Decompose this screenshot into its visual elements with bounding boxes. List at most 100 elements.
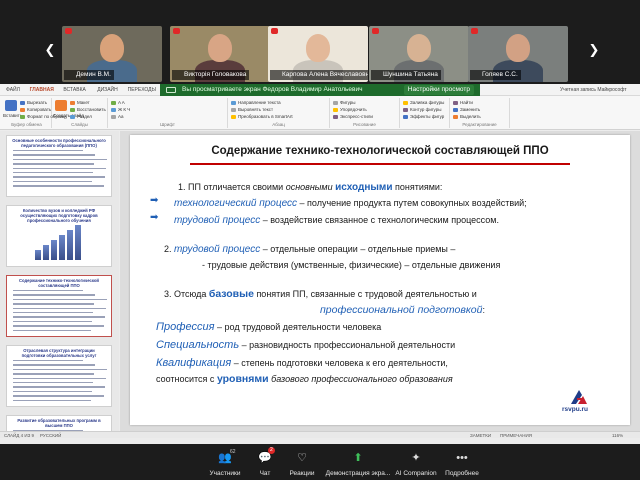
ribbon-button-label: Восстановить (77, 107, 106, 112)
next-page-icon[interactable]: ❯ (588, 42, 600, 58)
notes-button[interactable]: ЗАМЕТКИ (470, 432, 491, 439)
slide-thumbnail[interactable]: Основные особенности профессионального п… (6, 135, 112, 197)
thumbnail-text-line (13, 320, 92, 323)
ribbon-button[interactable]: A A (111, 100, 125, 106)
ribbon-group-label: Рисование (353, 122, 376, 127)
participant-tile[interactable]: Карпова Алена Вячеславовна (268, 26, 368, 82)
thumbnail-text-line (13, 377, 106, 379)
paragraph-2[interactable]: 2. трудовой процесс – отдельные операции… (164, 243, 455, 256)
more-icon: ••• (456, 452, 468, 464)
thumbnail-text-line (13, 307, 106, 309)
ribbon-button-label: Упорядочить (340, 107, 367, 112)
ribbon-button-icon (403, 100, 408, 105)
def-specialty[interactable]: Специальность – разновидность профессион… (156, 339, 455, 351)
ribbon-button-icon (453, 100, 458, 105)
ribbon-button[interactable]: Раздел (70, 114, 92, 120)
ribbon-tab[interactable]: ВСТАВКА (63, 86, 85, 94)
ribbon-button-icon (20, 107, 25, 112)
ribbon-button[interactable]: Ж К Ч (111, 107, 130, 113)
view-options-button[interactable]: Настройки просмотр (403, 85, 474, 95)
ribbon-button-label: Направление текста (238, 100, 281, 105)
participant-name: Викторія Головакова (172, 70, 250, 80)
ribbon-button[interactable]: Упорядочить (333, 107, 367, 113)
ribbon-button-label: Преобразовать в SmartArt (238, 114, 293, 119)
p3-line2[interactable]: профессиональной подготовкой: (320, 304, 485, 316)
ribbon-tab[interactable]: ДИЗАЙН (97, 86, 118, 94)
ribbon-button-icon (453, 114, 458, 119)
thumbnail-chart-bar (67, 230, 73, 260)
language[interactable]: РУССКИЙ (40, 432, 61, 439)
ribbon-button[interactable]: Aa (111, 114, 124, 120)
title-underline (190, 163, 570, 165)
comments-button[interactable]: ПРИМЕЧАНИЯ (500, 432, 532, 439)
slide-thumbnail[interactable]: Содержание технико-технологической соста… (6, 275, 112, 337)
def-qualification-text: – степень подготовки человека к его деят… (231, 358, 448, 368)
paste-icon[interactable] (55, 100, 67, 111)
slide-title[interactable]: Содержание технико-технологической соста… (130, 145, 630, 157)
ribbon-tab[interactable]: ПЕРЕХОДЫ (128, 86, 156, 94)
ribbon-group-label: Абзац (272, 122, 285, 127)
p1-line2[interactable]: трудовой процесс – воздействие связанное… (174, 214, 499, 227)
ribbon-button-label: Фигуры (340, 100, 356, 105)
ribbon-button[interactable]: Направление текста (231, 100, 281, 106)
ribbon-button[interactable]: Макет (70, 100, 90, 106)
share-screen-button[interactable]: ⬆ Демонстрация экра... (324, 444, 392, 480)
thumbnail-title: Количество вузов и колледжей РФ осуществ… (20, 208, 98, 223)
ribbon-button-icon (403, 114, 408, 119)
reactions-button[interactable]: ♡ Реакции (280, 444, 324, 480)
participant-tile[interactable]: Демин В.М. (62, 26, 162, 82)
ribbon-tab[interactable]: ГЛАВНАЯ (30, 86, 54, 94)
ribbon-button[interactable]: Выровнять текст (231, 107, 273, 113)
ribbon-button[interactable]: Заливка фигуры (403, 100, 444, 106)
ribbon-group-label: Редактирование (462, 122, 497, 127)
account-name[interactable]: Учетная запись Майкрософт (560, 86, 627, 94)
ribbon-button[interactable]: Копировать (20, 107, 51, 113)
thumbnail-text-line (13, 167, 106, 169)
thumbnail-chart-bar (35, 250, 41, 260)
prev-page-icon[interactable]: ❮ (44, 42, 56, 58)
participants-count: 62 (230, 449, 236, 455)
muted-mic-icon (372, 28, 379, 34)
paste-icon[interactable] (5, 100, 17, 111)
ribbon-button[interactable]: Фигуры (333, 100, 356, 106)
participants-button[interactable]: 👥 62 Участники (200, 444, 250, 480)
ribbon-button[interactable]: Контур фигуры (403, 107, 441, 113)
chat-button[interactable]: 💬 2 Чат (250, 444, 280, 480)
ribbon-button[interactable]: Эффекты фигур (403, 114, 444, 120)
slide-thumbnail[interactable]: Развитие образовательных программ в высш… (6, 415, 112, 431)
zoom-level[interactable]: 116% (612, 432, 623, 439)
ribbon-button[interactable]: Выделить (453, 114, 481, 120)
participant-tile[interactable]: Шуншина Татьяна (369, 26, 469, 82)
p2-line2[interactable]: - трудовые действия (умственные, физичес… (202, 259, 500, 271)
thumbnail-text-line (13, 290, 83, 292)
participant-face (407, 34, 431, 62)
ribbon-button[interactable]: Восстановить (70, 107, 106, 113)
more-button[interactable]: ••• Подробнее (440, 444, 484, 480)
ribbon-button[interactable]: Вырезать (20, 100, 47, 106)
ribbon-button-label: Ж К Ч (118, 107, 131, 112)
ribbon-button[interactable]: Заменить (453, 107, 480, 113)
paragraph-1[interactable]: 1. ПП отличается своими основными исходн… (178, 181, 442, 194)
slide-thumbnail[interactable]: Количество вузов и колледжей РФ осуществ… (6, 205, 112, 267)
current-slide[interactable]: Содержание технико-технологической соста… (130, 135, 630, 425)
more-label: Подробнее (445, 470, 479, 477)
p1-line1[interactable]: технологический процесс – получение прод… (174, 197, 527, 210)
slide-thumbnails[interactable]: Основные особенности профессионального п… (0, 131, 119, 431)
ai-companion-button[interactable]: ✦ AI Companion (394, 444, 438, 480)
reactions-label: Реакции (289, 470, 315, 477)
def-qualification-line2[interactable]: соотносится с уровнями базового професси… (156, 373, 453, 385)
rsvpu-logo-icon (571, 390, 587, 404)
ribbon-button[interactable]: Преобразовать в SmartArt (231, 114, 293, 120)
ribbon-button[interactable]: Экспресс-стили (333, 114, 373, 120)
thumbnail-text-line (13, 163, 94, 165)
paragraph-3[interactable]: 3. Отсюда базовые понятия ПП, связанные … (164, 288, 477, 300)
ribbon-tab[interactable]: ФАЙЛ (6, 86, 20, 94)
def-qualification[interactable]: Квалификация – степень подготовки челове… (156, 357, 448, 369)
participant-face (100, 34, 124, 62)
participant-tile[interactable]: Викторія Головакова (170, 26, 270, 82)
ribbon-button[interactable]: Найти (453, 100, 473, 106)
def-profession[interactable]: Профессия – род трудовой деятельности че… (156, 321, 381, 333)
ribbon-button-icon (111, 107, 116, 112)
participant-tile[interactable]: Голяев С.С. (468, 26, 568, 82)
slide-thumbnail[interactable]: Отраслевая структура интеграции подготов… (6, 345, 112, 407)
